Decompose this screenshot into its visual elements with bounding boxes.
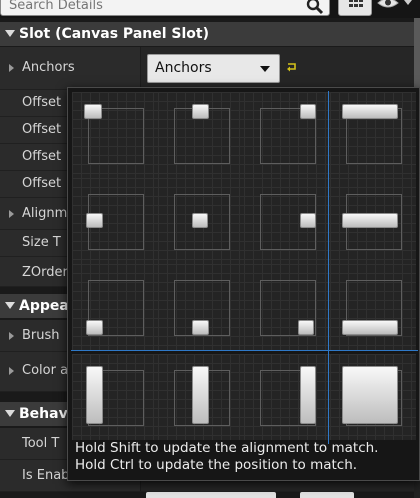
property-label: Is Enab bbox=[22, 468, 70, 483]
hint-shift-text: Hold Shift to update the alignment to ma… bbox=[75, 440, 379, 456]
slot-section-header[interactable]: Slot (Canvas Panel Slot) bbox=[0, 22, 420, 46]
anchor-handle-icon bbox=[300, 366, 316, 424]
eye-icon bbox=[377, 0, 412, 8]
property-label: Color a bbox=[22, 363, 69, 378]
search-bar bbox=[0, 0, 420, 18]
anchors-dropdown[interactable]: Anchors bbox=[147, 54, 280, 83]
expand-arrow-icon[interactable] bbox=[9, 64, 14, 72]
anchor-handle-icon bbox=[342, 213, 398, 228]
anchor-handle-icon bbox=[86, 366, 103, 424]
anchor-preset-center[interactable] bbox=[158, 178, 244, 264]
anchor-handle-icon bbox=[342, 366, 398, 424]
anchor-handle-icon bbox=[342, 104, 398, 119]
anchor-preset-stretch-full[interactable] bbox=[330, 354, 416, 440]
anchor-preset-stretch-center[interactable] bbox=[158, 354, 244, 440]
anchor-handle-icon bbox=[192, 320, 209, 335]
property-label: Offset bbox=[22, 95, 62, 110]
anchor-handle-icon bbox=[300, 104, 316, 119]
property-label: Anchors bbox=[22, 60, 75, 75]
anchor-preset-bottom-center[interactable] bbox=[158, 264, 244, 350]
property-label: Size T bbox=[22, 235, 61, 250]
value-widget[interactable] bbox=[300, 492, 354, 498]
anchor-preset-bottom-left[interactable] bbox=[72, 264, 158, 350]
anchor-preset-center-stretch[interactable] bbox=[330, 178, 416, 264]
expand-arrow-icon[interactable] bbox=[9, 332, 14, 340]
anchor-preset-center-right[interactable] bbox=[244, 178, 330, 264]
anchor-preset-bottom-stretch[interactable] bbox=[330, 264, 416, 350]
preset-divider-vertical bbox=[328, 91, 329, 444]
anchor-preset-center-left[interactable] bbox=[72, 178, 158, 264]
property-label: Offset bbox=[22, 176, 62, 191]
anchor-handle-icon bbox=[192, 366, 209, 424]
property-label: Offset bbox=[22, 149, 62, 164]
property-label: ZOrder bbox=[22, 265, 68, 280]
search-input[interactable] bbox=[0, 0, 330, 16]
anchor-handle-icon bbox=[192, 213, 208, 228]
search-icon[interactable] bbox=[306, 0, 324, 15]
preset-divider-horizontal bbox=[71, 350, 418, 351]
anchor-handle-icon bbox=[192, 104, 209, 119]
collapse-arrow-icon[interactable] bbox=[5, 410, 15, 417]
anchor-handle-icon bbox=[84, 104, 102, 119]
anchor-preset-top-left[interactable] bbox=[72, 92, 158, 178]
anchor-preset-stretch-right[interactable] bbox=[244, 354, 330, 440]
collapse-arrow-icon[interactable] bbox=[5, 302, 15, 309]
hint-ctrl-text: Hold Ctrl to update the position to matc… bbox=[75, 457, 358, 473]
collapse-arrow-icon[interactable] bbox=[5, 30, 15, 37]
scrollbar-thumb[interactable] bbox=[414, 18, 420, 88]
value-widget[interactable] bbox=[146, 492, 276, 498]
property-label: Offset bbox=[22, 122, 62, 137]
property-label: Brush bbox=[22, 328, 60, 343]
section-title: Slot (Canvas Panel Slot) bbox=[19, 26, 209, 42]
section-title: Behav bbox=[19, 406, 68, 422]
anchor-preset-bottom-right[interactable] bbox=[244, 264, 330, 350]
expand-arrow-icon[interactable] bbox=[9, 367, 14, 375]
expand-arrow-icon[interactable] bbox=[9, 210, 14, 218]
chevron-down-icon bbox=[260, 66, 270, 72]
view-options-button[interactable] bbox=[338, 0, 372, 16]
anchor-preset-top-stretch[interactable] bbox=[330, 92, 416, 178]
anchor-handle-icon bbox=[86, 320, 103, 335]
anchors-dropdown-value: Anchors bbox=[155, 60, 212, 76]
anchor-preset-top-right[interactable] bbox=[244, 92, 330, 178]
visibility-filter-button[interactable] bbox=[376, 0, 420, 16]
section-title: Appea bbox=[19, 298, 69, 314]
grid-view-icon bbox=[349, 0, 363, 7]
anchor-handle-icon bbox=[298, 320, 314, 335]
anchor-presets-popup: Hold Shift to update the alignment to ma… bbox=[67, 87, 420, 481]
anchor-handle-icon bbox=[300, 213, 316, 228]
anchor-preset-stretch-left[interactable] bbox=[72, 354, 158, 440]
property-label: Alignm bbox=[22, 206, 68, 221]
anchor-preset-top-center[interactable] bbox=[158, 92, 244, 178]
reset-to-default-icon[interactable] bbox=[286, 62, 298, 72]
property-label: Tool T bbox=[22, 436, 60, 451]
anchor-handle-icon bbox=[86, 213, 103, 228]
anchor-handle-icon bbox=[342, 320, 398, 335]
